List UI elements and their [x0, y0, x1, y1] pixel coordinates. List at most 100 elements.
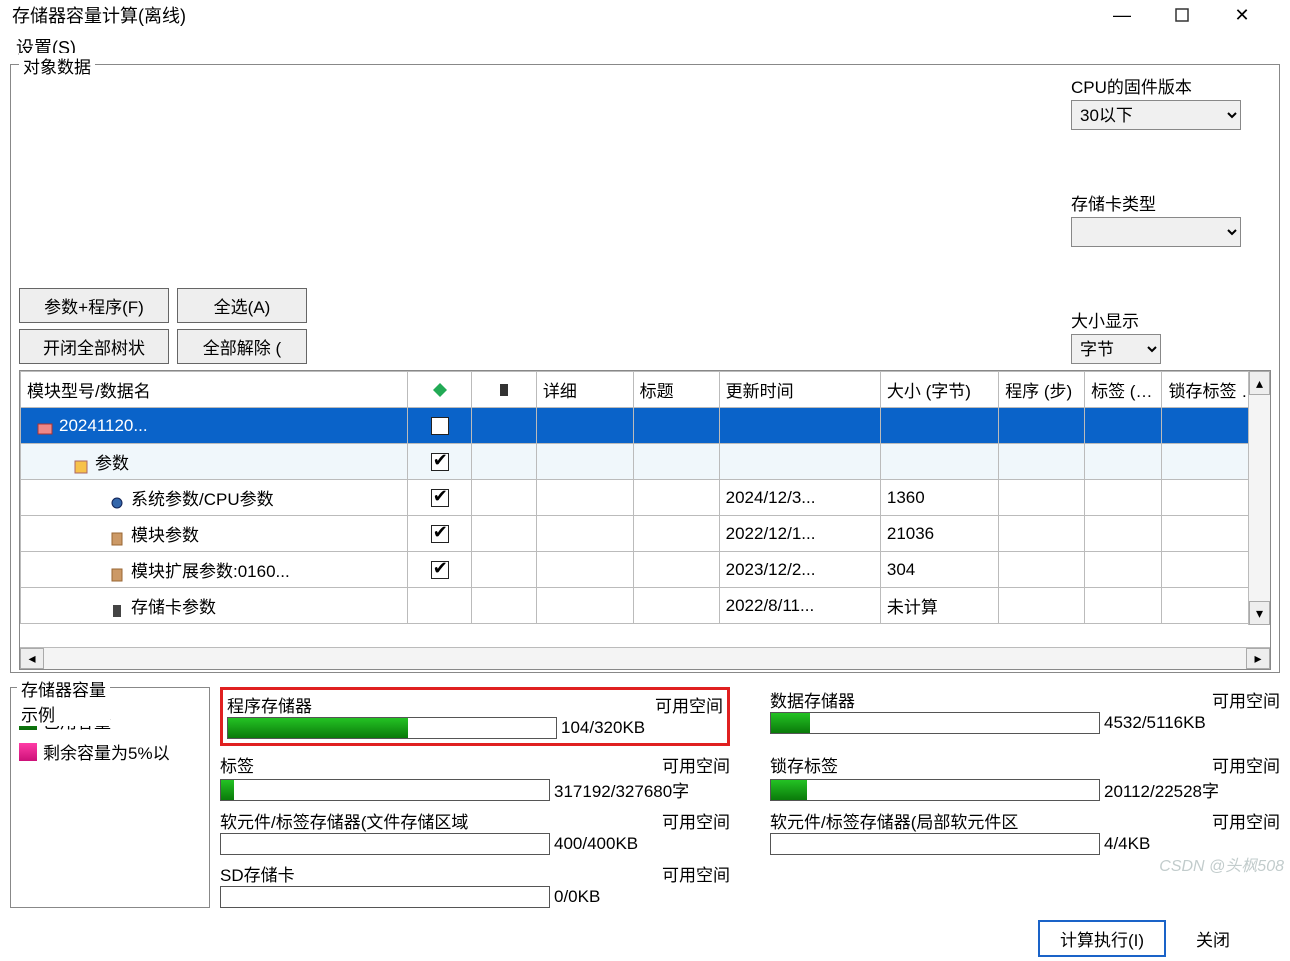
col-tag[interactable]: 标签 (字): [1085, 372, 1162, 408]
capacity-name: 数据存储器: [770, 687, 855, 712]
row-cell: 2022/12/1...: [719, 516, 880, 552]
table-row[interactable]: 系统参数/CPU参数2024/12/3...1360: [21, 480, 1270, 516]
row-name-cell[interactable]: 模块参数: [21, 516, 408, 552]
minimize-button[interactable]: —: [1102, 0, 1142, 30]
table-header-row: 模块型号/数据名 详细 标题 更新时间 大小 (字节) 程序 (步) 标签 (字…: [21, 372, 1270, 408]
execute-button[interactable]: 计算执行(I): [1038, 920, 1166, 957]
capacity-name: 锁存标签: [770, 752, 838, 777]
table-row[interactable]: 模块扩展参数:0160...2023/12/2...304: [21, 552, 1270, 588]
capacity-value: 0/0KB: [554, 887, 714, 907]
row-check-cell[interactable]: [407, 516, 471, 552]
row-cell: [633, 444, 719, 480]
row-check-cell[interactable]: [407, 552, 471, 588]
legend-low-label: 剩余容量为5%以: [43, 739, 170, 764]
params-icon: [73, 457, 91, 473]
row-cell: [1085, 408, 1162, 444]
cpu-firmware-select[interactable]: 30以下: [1071, 100, 1241, 130]
horizontal-scrollbar[interactable]: ◂ ▸: [20, 647, 1270, 669]
row-name-cell[interactable]: 20241120...: [21, 408, 408, 444]
project-icon: [37, 418, 55, 434]
capacity-value: 4532/5116KB: [1104, 713, 1264, 733]
capacity-item-data: 数据存储器可用空间4532/5116KB: [770, 687, 1280, 746]
toggle-tree-button[interactable]: 开闭全部树状: [19, 329, 169, 364]
capacity-item-devloc: 软元件/标签存储器(局部软元件区可用空间4/4KB: [770, 808, 1280, 855]
table-row[interactable]: 20241120...: [21, 408, 1270, 444]
menu-bar: 设置(S): [0, 30, 1290, 60]
close-dialog-button[interactable]: 关闭: [1196, 926, 1230, 951]
row-name-cell[interactable]: 模块扩展参数:0160...: [21, 552, 408, 588]
legend-box: 存储器容量示例 已用容量 剩余容量为5%以: [10, 687, 210, 908]
footer-bar: 计算执行(I) 关闭: [0, 912, 1290, 961]
capacity-value: 104/320KB: [561, 718, 721, 738]
row-name-label: 20241120...: [59, 416, 148, 435]
vertical-scrollbar[interactable]: ▴ ▾: [1248, 371, 1270, 625]
row-cell: [1085, 552, 1162, 588]
checkbox-icon[interactable]: [431, 525, 449, 543]
table-row[interactable]: 参数: [21, 444, 1270, 480]
row-cell: [633, 588, 719, 624]
capacity-name: 软元件/标签存储器(文件存储区域: [220, 808, 468, 833]
clear-all-button[interactable]: 全部解除 (: [177, 329, 307, 364]
row-cell: 2023/12/2...: [719, 552, 880, 588]
module-icon: [109, 529, 127, 545]
row-check-cell[interactable]: [407, 588, 471, 624]
checkbox-icon[interactable]: [431, 417, 449, 435]
object-data-title: 对象数据: [19, 53, 95, 78]
capacity-value: 400/400KB: [554, 834, 714, 854]
legend-title: 存储器容量示例: [17, 676, 110, 726]
row-check-cell[interactable]: [407, 480, 471, 516]
size-display-label: 大小显示: [1071, 307, 1241, 332]
size-display-select[interactable]: 字节: [1071, 334, 1161, 364]
row-name-cell[interactable]: 参数: [21, 444, 408, 480]
checkbox-icon[interactable]: [431, 489, 449, 507]
maximize-button[interactable]: [1162, 0, 1202, 30]
row-cell: [880, 408, 998, 444]
checkbox-icon[interactable]: [431, 561, 449, 579]
row-name-label: 存储卡参数: [131, 598, 216, 617]
col-title[interactable]: 标题: [633, 372, 719, 408]
select-all-button[interactable]: 全选(A): [177, 288, 307, 323]
capacity-name: 软元件/标签存储器(局部软元件区: [770, 808, 1018, 833]
col-name[interactable]: 模块型号/数据名: [21, 372, 408, 408]
scroll-left-icon[interactable]: ◂: [20, 648, 44, 669]
row-cell: 1360: [880, 480, 998, 516]
row-name-cell[interactable]: 系统参数/CPU参数: [21, 480, 408, 516]
scroll-down-icon[interactable]: ▾: [1249, 601, 1270, 625]
row-cell: 21036: [880, 516, 998, 552]
row-cell: [536, 480, 633, 516]
capacity-bar: [770, 833, 1100, 855]
row-name-label: 模块扩展参数:0160...: [131, 562, 290, 581]
data-table-container: 模块型号/数据名 详细 标题 更新时间 大小 (字节) 程序 (步) 标签 (字…: [19, 370, 1271, 670]
card-icon: [496, 382, 512, 398]
checkbox-icon[interactable]: [431, 453, 449, 471]
window-title: 存储器容量计算(离线): [8, 2, 1102, 28]
capacity-section: 存储器容量示例 已用容量 剩余容量为5%以 程序存储器可用空间104/320KB…: [10, 687, 1280, 908]
scroll-up-icon[interactable]: ▴: [1249, 371, 1270, 395]
table-row[interactable]: 存储卡参数2022/8/11...未计算: [21, 588, 1270, 624]
param-program-button[interactable]: 参数+程序(F): [19, 288, 169, 323]
capacity-grid: 程序存储器可用空间104/320KB数据存储器可用空间4532/5116KB标签…: [220, 687, 1280, 908]
capacity-avail-label: 可用空间: [1212, 808, 1280, 833]
row-check-cell[interactable]: [407, 408, 471, 444]
col-icon1[interactable]: [407, 372, 471, 408]
card-icon: [109, 601, 127, 617]
capacity-item-latch: 锁存标签可用空间20112/22528字: [770, 752, 1280, 802]
row-cell: [536, 552, 633, 588]
module-icon: [109, 565, 127, 581]
row-name-cell[interactable]: 存储卡参数: [21, 588, 408, 624]
table-row[interactable]: 模块参数 2022/12/1...21036: [21, 516, 1270, 552]
col-icon2[interactable]: [472, 372, 536, 408]
row-cell: [999, 516, 1085, 552]
col-prog[interactable]: 程序 (步): [999, 372, 1085, 408]
col-size[interactable]: 大小 (字节): [880, 372, 998, 408]
titlebar: 存储器容量计算(离线) — ✕: [0, 0, 1290, 30]
data-table: 模块型号/数据名 详细 标题 更新时间 大小 (字节) 程序 (步) 标签 (字…: [20, 371, 1270, 624]
row-check-cell[interactable]: [407, 444, 471, 480]
capacity-avail-label: 可用空间: [655, 692, 723, 717]
scroll-right-icon[interactable]: ▸: [1246, 648, 1270, 669]
close-button[interactable]: ✕: [1222, 0, 1262, 30]
col-updated[interactable]: 更新时间: [719, 372, 880, 408]
col-detail[interactable]: 详细: [536, 372, 633, 408]
row-cell: [999, 444, 1085, 480]
card-type-select[interactable]: [1071, 217, 1241, 247]
